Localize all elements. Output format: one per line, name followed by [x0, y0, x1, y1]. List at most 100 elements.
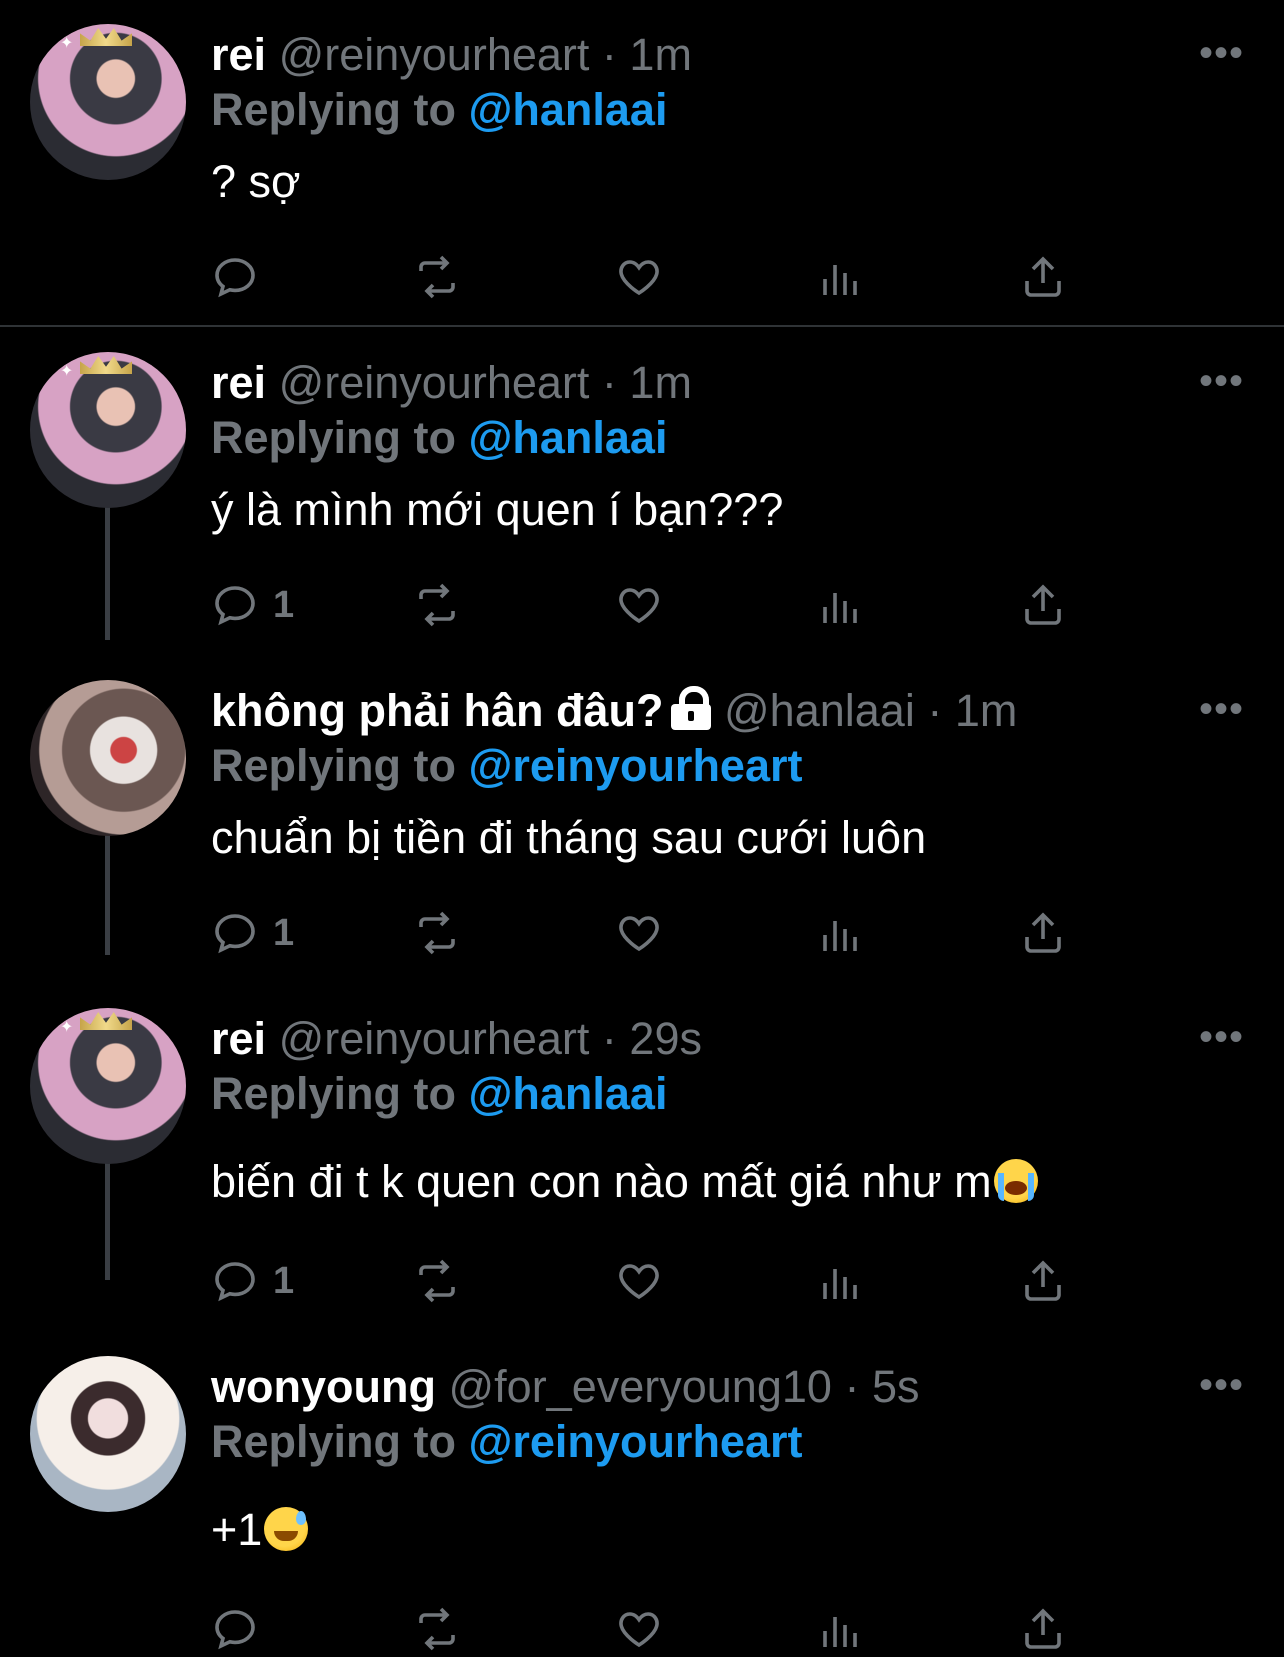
retweet-icon: [419, 1607, 455, 1651]
mention-link[interactable]: @hanlaai: [469, 1068, 668, 1119]
views-button[interactable]: [817, 580, 865, 630]
crown-decoration: [80, 1012, 132, 1030]
replying-to: Replying to @hanlaai: [211, 1066, 1244, 1122]
share-icon: [1025, 1608, 1061, 1649]
handle[interactable]: @reinyourheart: [279, 357, 590, 408]
more-options-icon[interactable]: •••: [1199, 33, 1244, 73]
avatar[interactable]: [30, 680, 186, 836]
tweet-divider: [0, 325, 1284, 327]
timestamp[interactable]: 29s: [629, 1013, 702, 1064]
handle[interactable]: @reinyourheart: [279, 1013, 590, 1064]
tweet-actions: 1: [211, 908, 1211, 958]
timestamp[interactable]: 1m: [629, 29, 692, 80]
retweet-icon: [419, 255, 455, 299]
views-icon: [823, 593, 857, 623]
replying-to-label: Replying to: [211, 740, 456, 791]
display-name[interactable]: không phải hân đâu?: [211, 685, 663, 736]
tweet-header: rei @reinyourheart · 1m: [211, 356, 1244, 410]
separator-dot: ·: [601, 1013, 617, 1064]
tweet-actions: [211, 1604, 1211, 1654]
reply-icon: [215, 586, 255, 626]
tweet[interactable]: ✦ rei @reinyourheart · 1m Replying to @h…: [0, 352, 1284, 642]
reply-button[interactable]: 1: [211, 1256, 294, 1306]
like-button[interactable]: [615, 580, 663, 630]
like-button[interactable]: [615, 908, 663, 958]
avatar[interactable]: [30, 1356, 186, 1512]
share-button[interactable]: [1019, 580, 1067, 630]
sparkle-icon: ✦: [60, 363, 74, 380]
views-button[interactable]: [817, 908, 865, 958]
like-button[interactable]: [615, 252, 663, 302]
tweet[interactable]: ✦ rei @reinyourheart · 1m Replying to @h…: [0, 24, 1284, 314]
views-icon: [823, 265, 857, 295]
like-icon: [619, 1264, 659, 1300]
tweet-header: rei @reinyourheart · 29s: [211, 1012, 1244, 1066]
display-name[interactable]: wonyoung: [211, 1361, 436, 1412]
retweet-button[interactable]: [413, 908, 461, 958]
timestamp[interactable]: 1m: [955, 685, 1018, 736]
avatar[interactable]: ✦: [30, 352, 186, 508]
handle[interactable]: @for_everyoung10: [448, 1361, 831, 1412]
views-button[interactable]: [817, 252, 865, 302]
retweet-button[interactable]: [413, 1256, 461, 1306]
tweet-actions: 1: [211, 1256, 1211, 1306]
tweet[interactable]: không phải hân đâu? @hanlaai · 1m Replyi…: [0, 680, 1284, 970]
display-name[interactable]: rei: [211, 357, 266, 408]
mention-link[interactable]: @reinyourheart: [469, 1416, 803, 1467]
crown-decoration: [80, 28, 132, 46]
crown-decoration: [80, 356, 132, 374]
sparkle-icon: ✦: [60, 35, 74, 52]
share-button[interactable]: [1019, 1256, 1067, 1306]
like-button[interactable]: [615, 1256, 663, 1306]
mention-link[interactable]: @hanlaai: [469, 84, 668, 135]
share-button[interactable]: [1019, 1604, 1067, 1654]
retweet-icon: [419, 911, 455, 955]
handle[interactable]: @hanlaai: [724, 685, 915, 736]
more-options-icon[interactable]: •••: [1199, 1365, 1244, 1405]
tweet-header: rei @reinyourheart · 1m: [211, 28, 1244, 82]
more-options-icon[interactable]: •••: [1199, 689, 1244, 729]
tweet-text-line: +1: [211, 1500, 1244, 1560]
mention-link[interactable]: @reinyourheart: [469, 740, 803, 791]
display-name[interactable]: rei: [211, 29, 266, 80]
views-button[interactable]: [817, 1604, 865, 1654]
timestamp[interactable]: 5s: [872, 1361, 920, 1412]
reply-count: 1: [273, 1259, 295, 1302]
reply-button[interactable]: [211, 1604, 273, 1654]
tweet-header: wonyoung @for_everyoung10 · 5s: [211, 1360, 1244, 1414]
like-button[interactable]: [615, 1604, 663, 1654]
avatar[interactable]: ✦: [30, 1008, 186, 1164]
share-button[interactable]: [1019, 252, 1067, 302]
share-button[interactable]: [1019, 908, 1067, 958]
separator-dot: ·: [927, 685, 943, 736]
avatar[interactable]: ✦: [30, 24, 186, 180]
replying-to-label: Replying to: [211, 1068, 456, 1119]
like-icon: [619, 916, 659, 952]
tweet-text: chuẩn bị tiền đi tháng sau cưới luôn: [211, 812, 927, 863]
replying-to: Replying to @reinyourheart: [211, 738, 1244, 794]
reply-button[interactable]: [211, 252, 273, 302]
display-name[interactable]: rei: [211, 1013, 266, 1064]
reply-button[interactable]: 1: [211, 908, 294, 958]
reply-button[interactable]: 1: [211, 580, 294, 630]
retweet-button[interactable]: [413, 580, 461, 630]
views-button[interactable]: [817, 1256, 865, 1306]
share-icon: [1025, 1260, 1061, 1301]
share-icon: [1025, 256, 1061, 297]
replying-to: Replying to @hanlaai: [211, 82, 1244, 138]
like-icon: [619, 1612, 659, 1648]
more-options-icon[interactable]: •••: [1199, 1017, 1244, 1057]
retweet-button[interactable]: [413, 1604, 461, 1654]
retweet-button[interactable]: [413, 252, 461, 302]
more-options-icon[interactable]: •••: [1199, 361, 1244, 401]
tweet-text: +1: [211, 1504, 263, 1555]
replying-to: Replying to @hanlaai: [211, 410, 1244, 466]
tweet[interactable]: wonyoung @for_everyoung10 · 5s Replying …: [0, 1356, 1284, 1656]
handle[interactable]: @reinyourheart: [279, 29, 590, 80]
tweet[interactable]: ✦ rei @reinyourheart · 29s Replying to @…: [0, 1008, 1284, 1308]
timestamp[interactable]: 1m: [629, 357, 692, 408]
tweet-text-line: biến đi t k quen con nào mất giá như m: [211, 1152, 1244, 1212]
mention-link[interactable]: @hanlaai: [469, 412, 668, 463]
tweet-actions: [211, 252, 1211, 302]
lock-icon: [671, 686, 712, 730]
